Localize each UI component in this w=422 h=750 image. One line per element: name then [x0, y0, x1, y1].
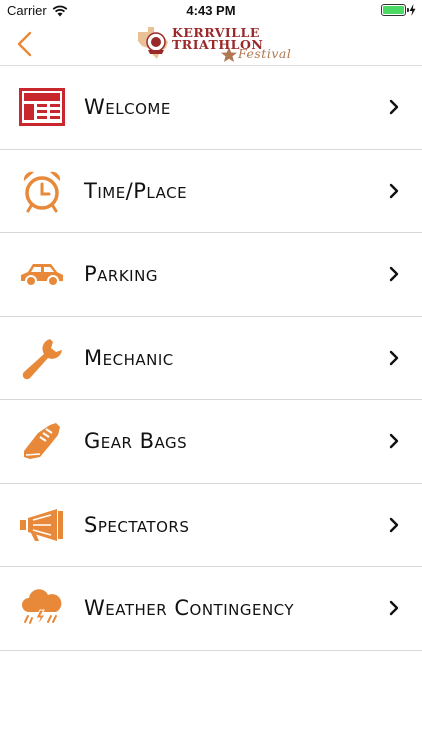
chevron-right-icon [389, 183, 399, 198]
menu-item-mechanic[interactable]: Mechanic [0, 317, 422, 400]
alarm-clock-icon [19, 168, 65, 214]
car-icon [19, 251, 65, 297]
menu-item-welcome[interactable]: Welcome [0, 66, 422, 150]
chevron-left-icon [17, 31, 32, 57]
menu-item-spectators[interactable]: Spectators [0, 484, 422, 567]
menu-item-label: Time/Place [84, 178, 188, 203]
chevron-right-icon [389, 350, 399, 365]
menu-item-label: Welcome [84, 95, 171, 120]
nav-bar: KERRVILLE TRIATHLON Festival [0, 22, 422, 66]
chevron-right-icon [389, 267, 399, 282]
menu-item-label: Parking [84, 262, 158, 287]
back-button[interactable] [10, 28, 40, 60]
battery-fill [383, 6, 404, 14]
battery-cap [407, 8, 409, 12]
shoe-icon [19, 418, 65, 464]
wrench-icon [19, 335, 65, 381]
status-bar: Carrier 4:43 PM [0, 0, 422, 22]
event-logo: KERRVILLE TRIATHLON Festival [134, 24, 292, 64]
menu-item-label: Weather Contingency [84, 596, 295, 621]
status-time: 4:43 PM [186, 3, 236, 18]
logo-line-3: Festival [238, 46, 292, 61]
menu-item-gear-bags[interactable]: Gear Bags [0, 400, 422, 484]
megaphone-icon [19, 502, 65, 548]
charging-bolt-icon [409, 4, 416, 16]
newspaper-icon [19, 84, 65, 130]
menu-item-weather-contingency[interactable]: Weather Contingency [0, 567, 422, 651]
menu-item-parking[interactable]: Parking [0, 233, 422, 317]
status-right [381, 4, 416, 16]
menu-item-label: Mechanic [84, 345, 174, 370]
storm-cloud-icon [19, 585, 65, 631]
menu-item-label: Gear Bags [84, 429, 188, 454]
menu-item-time-place[interactable]: Time/Place [0, 150, 422, 233]
menu-item-label: Spectators [84, 512, 190, 537]
battery-icon [381, 4, 409, 16]
chevron-right-icon [389, 601, 399, 616]
menu-list: Welcome Time/Place Parking Mechanic Gear… [0, 66, 422, 651]
chevron-right-icon [389, 517, 399, 532]
chevron-right-icon [389, 434, 399, 449]
chevron-right-icon [389, 100, 399, 115]
